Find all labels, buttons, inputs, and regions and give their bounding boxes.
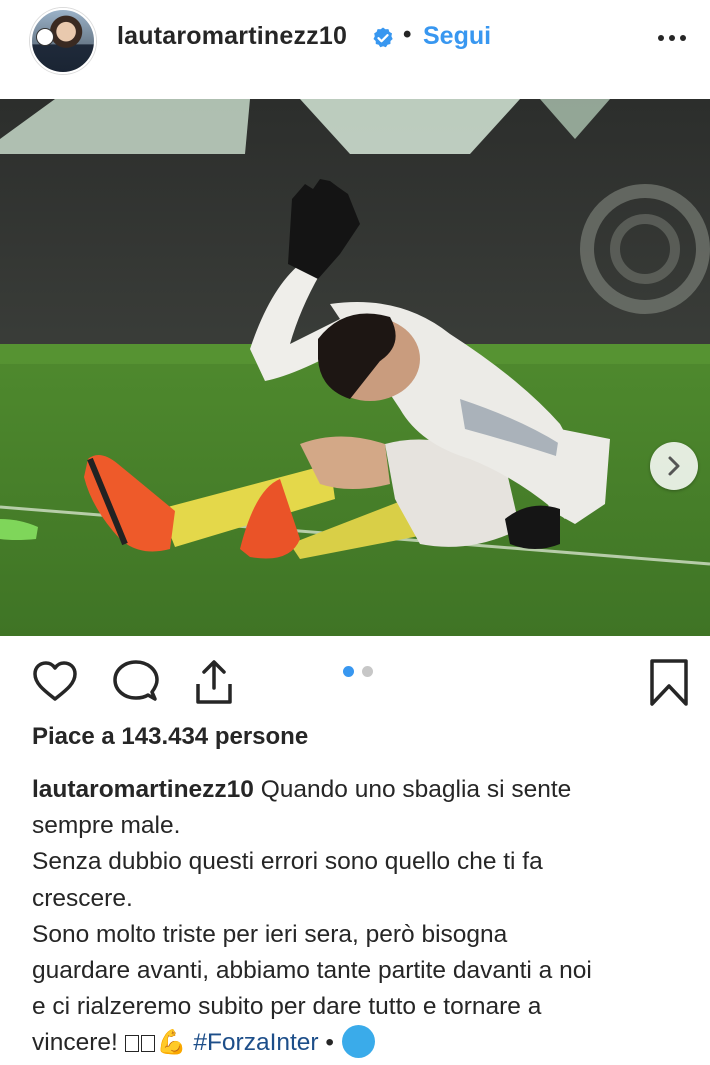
likes-count[interactable]: Piace a 143.434 persone [32,723,308,751]
soccer-ball-icon [36,28,54,46]
comment-icon[interactable] [112,658,160,706]
photo-illustration [0,99,710,636]
action-bar [0,650,710,710]
caption-line: lautaromartinezz10 Quando uno sbaglia si… [32,772,682,808]
missing-emoji-icon [140,1035,155,1053]
pager-dot-active [343,666,354,677]
post-header: lautaromartinezz10 • Segui [0,0,710,76]
header-username[interactable]: lautaromartinezz10 [117,22,347,51]
caption-line: Sono molto triste per ieri sera, però bi… [32,920,508,948]
pager-dot [362,666,373,677]
caption-line: Senza dubbio questi errori sono quello c… [32,848,543,876]
caption-line: sempre male. [32,812,181,840]
separator-dot: • [403,21,412,48]
flexed-biceps-emoji: 💪 [156,1029,187,1057]
next-photo-button[interactable] [650,442,698,490]
chevron-right-icon [668,456,680,476]
missing-emoji-icon [124,1035,139,1053]
avatar[interactable] [30,8,96,74]
heart-icon[interactable] [31,658,79,706]
carousel-pager [343,666,379,678]
post-caption: lautaromartinezz10 Quando uno sbaglia si… [32,772,682,1062]
share-icon[interactable] [190,658,238,706]
hashtag-link[interactable]: #ForzaInter [193,1029,318,1056]
follow-button[interactable]: Segui [423,22,491,51]
caption-text: vincere! [32,1029,118,1057]
verified-badge-icon [373,27,393,48]
caption-username[interactable]: lautaromartinezz10 [32,776,254,803]
more-options-icon[interactable] [652,28,692,48]
caption-text: Quando uno sbaglia si sente [253,776,572,803]
caption-line: guardare avanti, abbiamo tante partite d… [32,957,592,985]
caption-line: e ci rialzeremo subito per dare tutto e … [32,993,542,1021]
caption-line: crescere. [32,884,133,912]
bookmark-icon[interactable] [645,658,693,706]
blue-circle-emoji [341,1025,375,1059]
caption-dot: • [325,1029,334,1057]
post-photo[interactable] [0,99,710,636]
caption-line: vincere! 💪 #ForzaInter • [32,1025,682,1061]
